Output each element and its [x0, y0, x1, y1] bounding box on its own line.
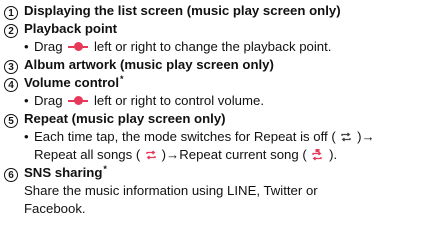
item-5-title: 5 Repeat (music play screen only) [4, 110, 424, 128]
item-3-title: 3 Album artwork (music play screen only) [4, 56, 424, 74]
bullet-text: )→ [357, 129, 375, 144]
item-5-bullet-line-1: • Each time tap, the mode switches for R… [4, 128, 424, 146]
item-6-body-line-2: Facebook. [24, 201, 86, 216]
footnote-star: * [120, 74, 124, 84]
volume-knob-icon [68, 96, 89, 106]
item-title-text: Playback point [24, 21, 118, 36]
item-4-title: 4 Volume control * [4, 74, 424, 92]
item-5-bullet-line-2: Repeat all songs ( )→Repeat current song… [4, 146, 424, 164]
item-number: 3 [4, 60, 18, 74]
footnote-star: * [103, 164, 107, 174]
item-title-text: Volume control [24, 75, 120, 90]
bullet-text: Repeat all songs ( [34, 147, 141, 162]
bullet-dot: • [24, 93, 29, 108]
bullet-text-before: Drag [34, 93, 63, 108]
item-1-title: 1 Displaying the list screen (music play… [4, 2, 424, 20]
item-2-title: 2 Playback point [4, 20, 424, 38]
item-title-text: Repeat (music play screen only) [24, 111, 226, 126]
item-6-title: 6 SNS sharing * [4, 164, 424, 182]
slider-handle [74, 42, 84, 51]
item-2-bullet: • Drag left or right to change the playb… [4, 38, 424, 56]
item-number: 5 [4, 114, 18, 128]
bullet-text-after: left or right to change the playback poi… [93, 39, 332, 54]
slider-knob-icon [68, 42, 89, 52]
item-6-body-line-1: Share the music information using LINE, … [24, 183, 318, 198]
item-title-text: Displaying the list screen (music play s… [24, 3, 341, 18]
repeat-all-icon [146, 150, 156, 160]
repeat-one-icon [312, 149, 323, 161]
slider-handle [74, 96, 84, 105]
item-number: 6 [4, 168, 18, 182]
bullet-text-before: Drag [34, 39, 63, 54]
item-number: 1 [4, 6, 18, 20]
repeat-off-icon [341, 132, 352, 142]
item-4-bullet: • Drag left or right to control volume. [4, 92, 424, 110]
item-title-text: Album artwork (music play screen only) [24, 57, 274, 72]
bullet-text: Each time tap, the mode switches for Rep… [34, 129, 336, 144]
document: 1 Displaying the list screen (music play… [4, 2, 424, 218]
item-title-text: SNS sharing [24, 165, 103, 180]
bullet-text: ). [329, 147, 338, 162]
bullet-dot: • [24, 39, 29, 54]
item-number: 4 [4, 78, 18, 92]
bullet-text-after: left or right to control volume. [93, 93, 264, 108]
bullet-text: )→Repeat current song ( [161, 147, 307, 162]
item-number: 2 [4, 24, 18, 38]
bullet-dot: • [24, 129, 29, 144]
